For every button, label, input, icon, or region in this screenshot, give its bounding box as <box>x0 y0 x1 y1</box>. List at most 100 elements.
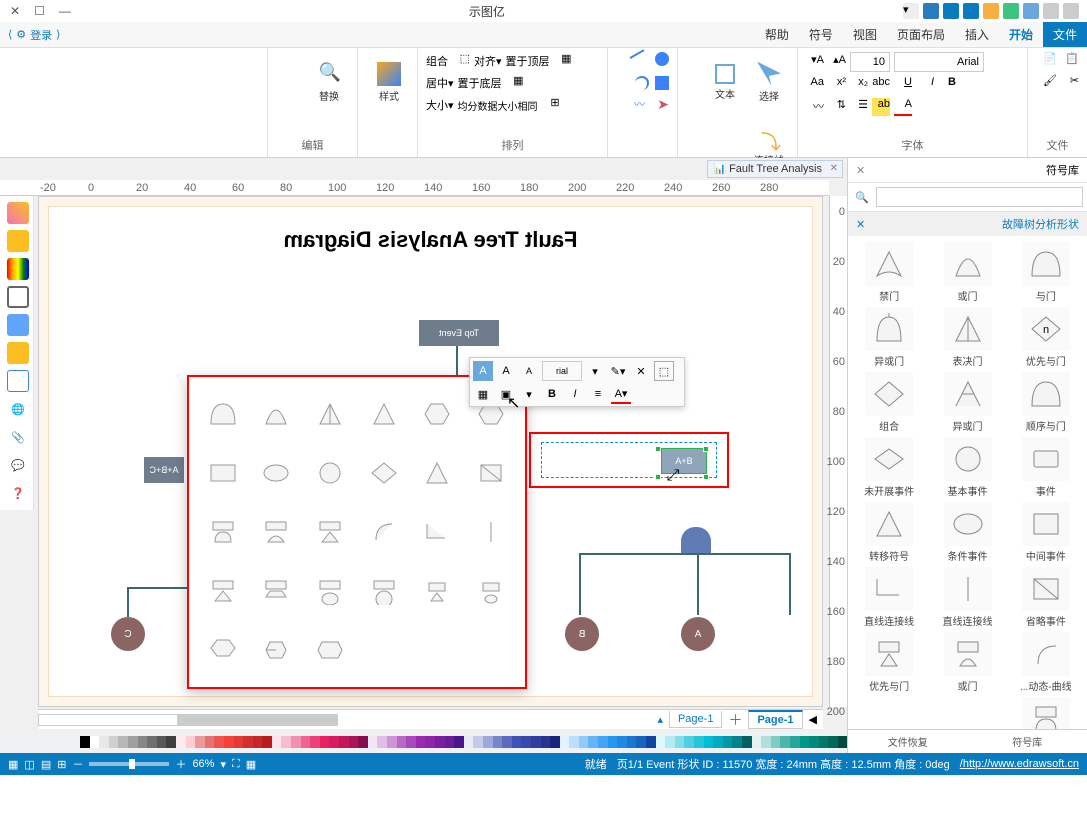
color-swatch[interactable] <box>684 736 694 748</box>
shape-curve-icon[interactable]: 〰 <box>627 96 645 114</box>
color-swatch[interactable] <box>253 736 263 748</box>
shape-13[interactable]: 条件事件 <box>932 502 1002 563</box>
color-swatch[interactable] <box>675 736 685 748</box>
shape-17[interactable]: 直线连接线 <box>854 567 924 628</box>
color-swatch[interactable] <box>377 736 387 748</box>
redo-icon[interactable] <box>1043 3 1059 19</box>
bullets-icon[interactable]: ☰ <box>850 98 868 116</box>
shape-circle-icon[interactable] <box>655 52 669 66</box>
color-swatch[interactable] <box>617 736 627 748</box>
color-swatch[interactable] <box>128 736 138 748</box>
mt-fill-icon[interactable]: ▾ <box>585 361 605 381</box>
mt-color-icon[interactable]: A▾ <box>611 384 631 404</box>
footer-tab-lib[interactable]: 符号库 <box>968 730 1087 753</box>
color-swatch[interactable] <box>493 736 503 748</box>
shape-3[interactable]: n优先与门 <box>1011 307 1081 368</box>
color-swatch[interactable] <box>147 736 157 748</box>
color-swatch[interactable] <box>291 736 301 748</box>
qa-dropdown-icon[interactable]: ▾ <box>903 3 919 19</box>
color-swatch[interactable] <box>387 736 397 748</box>
curve-text-icon[interactable]: 〰 <box>806 98 824 116</box>
zoom-slider[interactable] <box>89 762 169 766</box>
top-layer-icon[interactable]: ▦ <box>554 52 572 70</box>
shape-18[interactable]: 动态-曲线... <box>1011 632 1081 693</box>
color-swatch[interactable] <box>464 736 474 748</box>
popup-shape-13[interactable] <box>255 507 299 556</box>
color-swatch[interactable] <box>646 736 656 748</box>
shape-12[interactable]: 中间事件 <box>1011 502 1081 563</box>
shape-15[interactable]: 省略事件 <box>1011 567 1081 628</box>
color-swatch[interactable] <box>454 736 464 748</box>
align-dd[interactable]: ▾对齐 <box>474 53 502 69</box>
popup-shape-21[interactable] <box>362 567 406 616</box>
top-event-box[interactable]: Top Event <box>419 320 499 346</box>
color-swatch[interactable] <box>339 736 349 748</box>
side-attach-icon[interactable]: 📎 <box>7 426 29 448</box>
color-swatch[interactable] <box>473 736 483 748</box>
page-options-icon[interactable]: ▴ <box>657 713 663 726</box>
color-swatch[interactable] <box>790 736 800 748</box>
color-swatch[interactable] <box>828 736 838 748</box>
color-swatch[interactable] <box>157 736 167 748</box>
grid-icon[interactable]: ▦ <box>246 758 256 771</box>
popup-shape-16[interactable] <box>416 507 460 556</box>
shape-7[interactable]: 异或门 <box>932 372 1002 433</box>
mt-align-icon[interactable]: ≡ <box>588 384 608 404</box>
menu-view[interactable]: 视图 <box>843 22 887 47</box>
color-swatch[interactable] <box>771 736 781 748</box>
text-tool[interactable]: 文本 <box>705 52 745 112</box>
menu-help[interactable]: 帮助 <box>755 22 799 47</box>
color-swatch[interactable] <box>368 736 378 748</box>
popup-shape-6[interactable] <box>201 448 245 497</box>
color-swatch[interactable] <box>310 736 320 748</box>
popup-shape-0[interactable] <box>201 389 245 438</box>
popup-shape-27[interactable] <box>362 626 406 675</box>
superscript-icon[interactable]: x² <box>828 76 846 94</box>
color-swatch[interactable] <box>406 736 416 748</box>
shape-2[interactable]: 禁门 <box>854 242 924 303</box>
mt-font-dd[interactable]: rial <box>542 361 582 381</box>
font-size-select[interactable] <box>850 52 890 72</box>
style-button[interactable]: 样式 <box>369 52 409 112</box>
color-swatch[interactable] <box>205 736 215 748</box>
color-swatch[interactable] <box>301 736 311 748</box>
category-close-icon[interactable]: ✕ <box>856 218 865 231</box>
menu-file[interactable]: 文件 <box>1043 22 1087 47</box>
popup-shape-10[interactable] <box>416 448 460 497</box>
color-swatch[interactable] <box>521 736 531 748</box>
color-swatch[interactable] <box>224 736 234 748</box>
color-swatch[interactable] <box>176 736 186 748</box>
color-swatch[interactable] <box>186 736 196 748</box>
gear-icon[interactable]: ⚙ <box>16 28 26 41</box>
fit-icon[interactable]: ⛶ <box>232 758 240 771</box>
color-swatch[interactable] <box>780 736 790 748</box>
color-swatch[interactable] <box>761 736 771 748</box>
new-icon[interactable] <box>1003 3 1019 19</box>
mt-italic-icon[interactable]: I <box>565 384 585 404</box>
popup-shape-11[interactable] <box>469 448 513 497</box>
side-comment-icon[interactable]: 💬 <box>7 454 29 476</box>
color-swatch[interactable] <box>732 736 742 748</box>
popup-shape-25[interactable] <box>255 626 299 675</box>
view-icon-2[interactable]: ◫ <box>24 758 34 771</box>
color-swatch[interactable] <box>560 736 570 748</box>
popup-shape-4[interactable] <box>416 389 460 438</box>
color-swatch[interactable] <box>234 736 244 748</box>
center-dd[interactable]: ▾居中 <box>426 75 454 91</box>
view-icon-4[interactable]: ⊞ <box>57 758 66 771</box>
undo-icon[interactable] <box>1023 3 1039 19</box>
color-swatch[interactable] <box>118 736 128 748</box>
side-image-icon[interactable] <box>7 314 29 336</box>
color-swatch[interactable] <box>99 736 109 748</box>
color-swatch[interactable] <box>80 736 90 748</box>
popup-shape-28[interactable] <box>416 626 460 675</box>
strike-icon[interactable]: abc <box>872 76 890 94</box>
node-a[interactable]: A <box>681 617 715 651</box>
gate-right[interactable] <box>681 527 711 553</box>
shape-19[interactable]: 或门 <box>932 632 1002 693</box>
shape-4[interactable]: 表决门 <box>932 307 1002 368</box>
side-page-icon[interactable] <box>7 342 29 364</box>
shape-square-icon[interactable] <box>655 76 669 90</box>
underline-icon[interactable]: U <box>894 76 912 94</box>
color-swatch[interactable] <box>281 736 291 748</box>
